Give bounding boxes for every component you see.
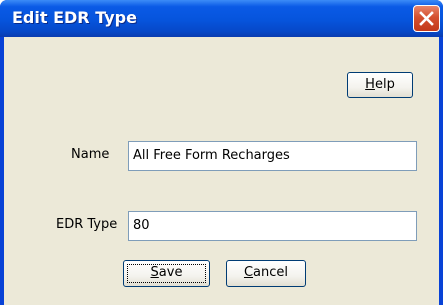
name-label: Name: [71, 147, 110, 162]
dialog-content: Help Name All Free Form Recharges EDR Ty…: [4, 37, 439, 305]
save-button-mnemonic: S: [150, 265, 159, 280]
save-button-label: ave: [158, 265, 183, 280]
help-button-mnemonic: H: [365, 77, 375, 92]
edr-type-field[interactable]: 80: [128, 211, 417, 241]
title-bar[interactable]: Edit EDR Type: [0, 0, 443, 37]
save-button[interactable]: Save: [123, 260, 210, 287]
window-title: Edit EDR Type: [12, 8, 137, 27]
cancel-button-label: ancel: [253, 265, 289, 280]
help-button[interactable]: Help: [347, 72, 413, 98]
cancel-button[interactable]: Cancel: [226, 260, 306, 287]
close-button[interactable]: [413, 5, 440, 32]
edr-type-label: EDR Type: [56, 217, 118, 232]
name-field[interactable]: All Free Form Recharges: [128, 141, 417, 171]
help-button-label: elp: [374, 77, 395, 92]
cancel-button-mnemonic: C: [243, 265, 254, 280]
dialog-window: Edit EDR Type Help Name All Free Form Re…: [0, 0, 443, 305]
close-icon: [419, 11, 434, 26]
